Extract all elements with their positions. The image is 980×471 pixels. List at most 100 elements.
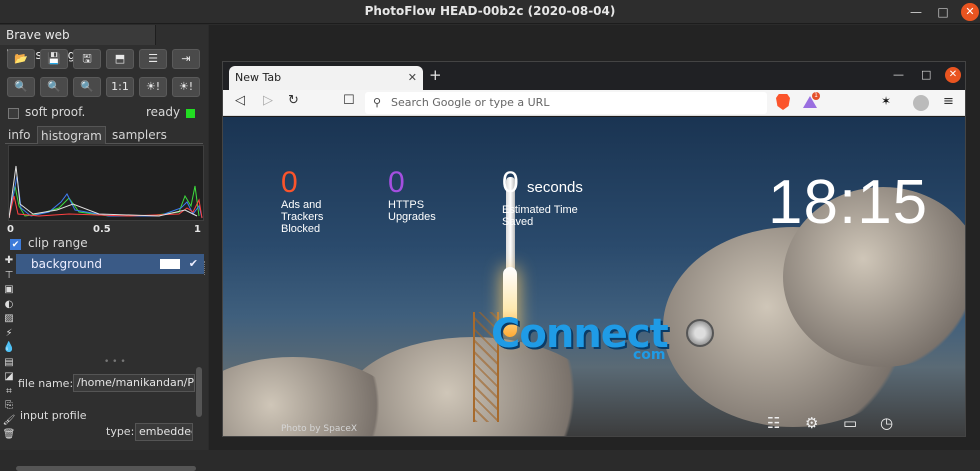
zoom-in-icon: 🔍 bbox=[14, 80, 28, 93]
histogram-curves bbox=[8, 165, 203, 219]
layer-visible-icon[interactable]: ✔ bbox=[189, 254, 198, 274]
soft-proof-label: soft proof. bbox=[25, 105, 86, 119]
new-tab-icon: + bbox=[429, 66, 442, 84]
clone-icon[interactable]: ⎘ bbox=[2, 399, 16, 414]
clip-range-label: clip range bbox=[28, 236, 88, 250]
extension-icon: ✶ bbox=[881, 94, 892, 108]
stat-https-number: 0 bbox=[388, 166, 405, 199]
image-icon[interactable]: ▣ bbox=[2, 283, 16, 298]
file-name-input[interactable]: /home/manikandan/P bbox=[73, 374, 195, 392]
globe-icon bbox=[686, 319, 714, 347]
open-folder-icon: 📂 bbox=[14, 52, 28, 65]
histogram-plot bbox=[8, 145, 204, 221]
layer-row-background[interactable]: background ✔ bbox=[16, 254, 204, 274]
back-icon: ◁ bbox=[235, 93, 245, 108]
zoom-out-button[interactable]: 🔍 bbox=[40, 77, 68, 97]
browser-close-icon: ✕ bbox=[945, 67, 961, 83]
menu-icon: ≡ bbox=[943, 94, 954, 109]
photo-credit: Photo by SpaceX bbox=[281, 424, 358, 434]
zoom-fit-button[interactable]: 🔍 bbox=[73, 77, 101, 97]
properties-hscrollbar[interactable] bbox=[16, 466, 196, 471]
transform-icon[interactable]: ⌗ bbox=[2, 385, 16, 400]
window-title: PhotoFlow HEAD-00b2c (2020-08-04) bbox=[364, 4, 616, 18]
exit-button[interactable]: ⇥ bbox=[172, 49, 200, 69]
brave-browser-image: New Tab ✕ + — □ ✕ ◁ ▷ ↻ ☐ ⚲ Search Googl… bbox=[222, 61, 966, 437]
crop-icon[interactable]: ◪ bbox=[2, 370, 16, 385]
browser-tab: New Tab ✕ bbox=[229, 66, 423, 90]
history-icon: ◷ bbox=[880, 414, 894, 432]
trash-icon[interactable]: 🗑 bbox=[2, 428, 16, 443]
tool-column: ✚ ⊤ ▣ ◐ ▨ ⚡ 💧 ▤ ◪ ⌗ ⎘ 🖌 🗑 bbox=[2, 254, 16, 443]
zoom-fit-icon: 🔍 bbox=[80, 80, 94, 93]
tab-samplers[interactable]: samplers bbox=[109, 126, 170, 144]
save-button[interactable]: 💾 bbox=[40, 49, 68, 69]
export-icon: ⬒ bbox=[114, 52, 126, 65]
browser-tabbar: New Tab ✕ + — □ ✕ bbox=[223, 62, 965, 90]
landscape-icon[interactable]: ▨ bbox=[2, 312, 16, 327]
clock: 18:15 bbox=[768, 168, 929, 237]
close-icon[interactable]: ✕ bbox=[961, 3, 979, 21]
bookmarks-icon: ▭ bbox=[843, 414, 858, 432]
panel-tabs: info histogram samplers bbox=[5, 126, 203, 144]
left-panel: Brave web browser.jpg✕ 📂 💾 🖫 ⬒ ☰ ⇥ 🔍 🔍 🔍 1:1 ☀! ☀!… bbox=[0, 25, 208, 471]
settings-icon: ⚙ bbox=[805, 414, 819, 432]
save-as-button[interactable]: 🖫 bbox=[73, 49, 101, 69]
shadows-clip-icon: ☀! bbox=[145, 80, 161, 93]
minimize-icon[interactable]: — bbox=[907, 3, 925, 21]
plus-icon[interactable]: ✚ bbox=[2, 254, 16, 269]
new-tab-page: 0 Ads and Trackers Blocked 0 HTTPS Upgra… bbox=[223, 117, 965, 436]
zoom-100-label: 1:1 bbox=[111, 80, 129, 93]
stat-time-unit: seconds bbox=[527, 179, 583, 196]
gradient-icon[interactable]: ▤ bbox=[2, 356, 16, 371]
zoom-100-label[interactable]: 1:1 bbox=[106, 77, 134, 97]
histogram-scale-max: 1 bbox=[194, 224, 201, 235]
shadows-clip-button[interactable]: ☀! bbox=[139, 77, 167, 97]
browser-maximize-icon: □ bbox=[921, 68, 932, 81]
browser-tab-title: New Tab bbox=[235, 71, 282, 84]
forward-icon: ▷ bbox=[263, 93, 273, 108]
panel-separator: • • • bbox=[104, 357, 126, 367]
group-icon[interactable]: ⊤ bbox=[2, 269, 16, 284]
tab-histogram[interactable]: histogram bbox=[37, 126, 106, 144]
layer-name: background bbox=[31, 257, 102, 271]
rewards-badge: 1 bbox=[812, 92, 820, 100]
layer-color-swatch bbox=[160, 259, 180, 269]
properties-scrollbar[interactable] bbox=[196, 367, 202, 417]
file-name-label: file name: bbox=[18, 377, 74, 390]
bookmark-icon: ☐ bbox=[343, 93, 355, 108]
address-bar: ⚲ Search Google or type a URL bbox=[365, 92, 767, 114]
zoom-in-button[interactable]: 🔍 bbox=[7, 77, 35, 97]
stat-time-number: 0 bbox=[502, 166, 519, 199]
status-indicator bbox=[186, 109, 195, 118]
browser-minimize-icon: — bbox=[893, 68, 904, 81]
watermark-domain: com bbox=[633, 347, 666, 363]
contrast-icon[interactable]: ◐ bbox=[2, 298, 16, 313]
file-tab[interactable]: Brave web browser.jpg✕ bbox=[0, 25, 156, 62]
type-select[interactable]: embedded bbox=[135, 423, 193, 441]
watermark-logo: Connect com bbox=[491, 311, 741, 363]
exit-icon: ⇥ bbox=[181, 52, 191, 65]
brush-icon[interactable]: 🖌 bbox=[2, 414, 16, 429]
highlights-clip-icon: ☀! bbox=[178, 80, 194, 93]
zoom-out-icon: 🔍 bbox=[47, 80, 61, 93]
drop-icon[interactable]: 💧 bbox=[2, 341, 16, 356]
export-button[interactable]: ⬒ bbox=[106, 49, 134, 69]
highlights-clip-button[interactable]: ☀! bbox=[172, 77, 200, 97]
stat-https: 0 HTTPS Upgrades bbox=[388, 166, 448, 224]
brave-shields-icon bbox=[776, 94, 790, 110]
stat-ads-number: 0 bbox=[281, 166, 298, 199]
stat-ads-blocked: 0 Ads and Trackers Blocked bbox=[281, 166, 336, 236]
soft-proof-checkbox[interactable] bbox=[8, 108, 19, 119]
window-titlebar: PhotoFlow HEAD-00b2c (2020-08-04) — □ ✕ bbox=[0, 0, 980, 24]
reload-icon: ↻ bbox=[288, 93, 299, 108]
flash-icon[interactable]: ⚡ bbox=[2, 327, 16, 342]
profile-avatar-icon bbox=[913, 95, 929, 111]
tab-info[interactable]: info bbox=[5, 126, 34, 144]
open-folder-button[interactable]: 📂 bbox=[7, 49, 35, 69]
panel-grip[interactable] bbox=[204, 261, 207, 275]
stat-time-saved: 0 seconds Estimated Time Saved bbox=[502, 166, 597, 229]
settings-sliders-button[interactable]: ☰ bbox=[139, 49, 167, 69]
customize-icon: ☷ bbox=[767, 414, 781, 432]
maximize-icon[interactable]: □ bbox=[934, 3, 952, 21]
clip-range-checkbox[interactable]: ✔ bbox=[10, 239, 21, 250]
